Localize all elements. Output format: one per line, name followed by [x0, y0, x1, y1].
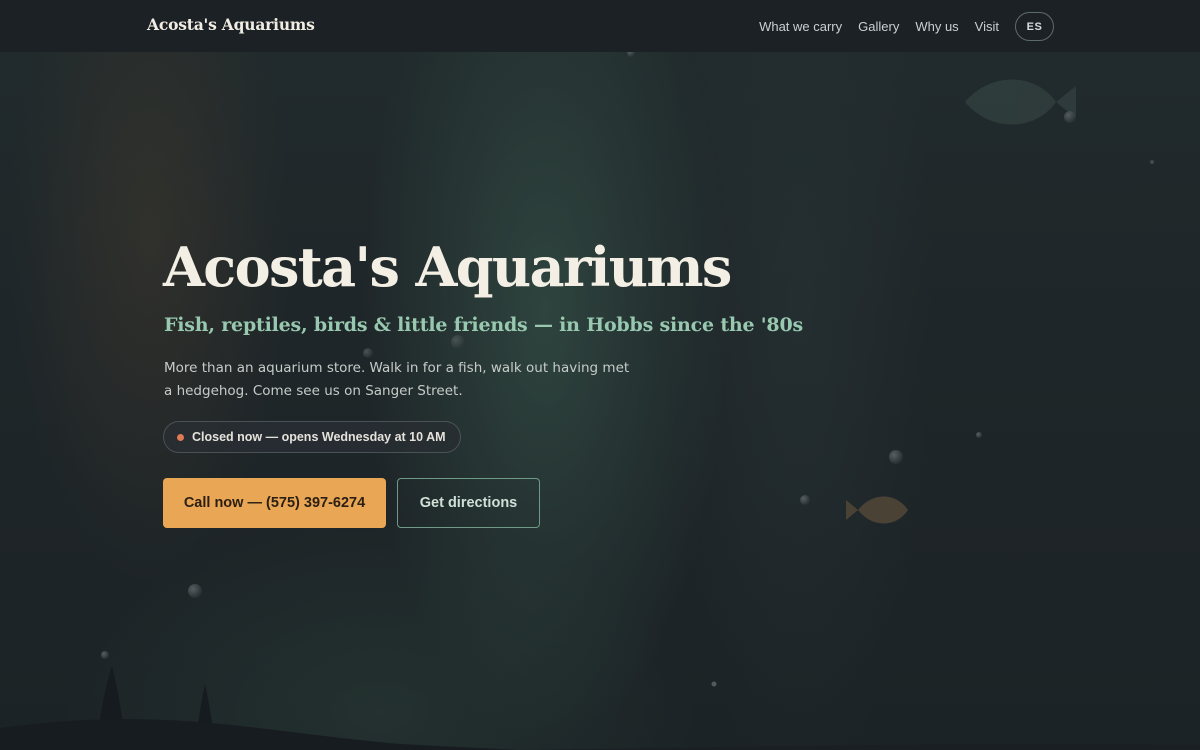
open-status-badge: Closed now — opens Wednesday at 10 AM [163, 421, 461, 453]
seaweed [0, 666, 1200, 750]
hero-description: More than an aquarium store. Walk in for… [164, 360, 630, 399]
call-now-button[interactable]: Call now — (575) 397-6274 [163, 478, 386, 528]
nav-link-what-we-carry[interactable]: What we carry [759, 19, 842, 34]
hero-subtitle: Fish, reptiles, birds & little friends —… [164, 314, 803, 336]
get-directions-button[interactable]: Get directions [397, 478, 540, 528]
hero-title: Acosta's Aquariums [163, 235, 732, 299]
nav-link-why-us[interactable]: Why us [915, 19, 958, 34]
fish-silhouette-small [846, 496, 908, 524]
brand-logo[interactable]: Acosta's Aquariums [147, 15, 315, 34]
fish-silhouette-large [965, 79, 1076, 125]
open-status-text: Closed now — opens Wednesday at 10 AM [192, 430, 446, 444]
main-nav: What we carry Gallery Why us Visit ES [743, 12, 1054, 41]
nav-link-visit[interactable]: Visit [975, 19, 999, 34]
hero-section: Acosta's Aquariums Fish, reptiles, birds… [0, 52, 1200, 750]
language-toggle-button[interactable]: ES [1015, 12, 1054, 41]
status-dot-icon [177, 433, 184, 441]
site-header: Acosta's Aquariums What we carry Gallery… [0, 0, 1200, 52]
nav-link-gallery[interactable]: Gallery [858, 19, 899, 34]
